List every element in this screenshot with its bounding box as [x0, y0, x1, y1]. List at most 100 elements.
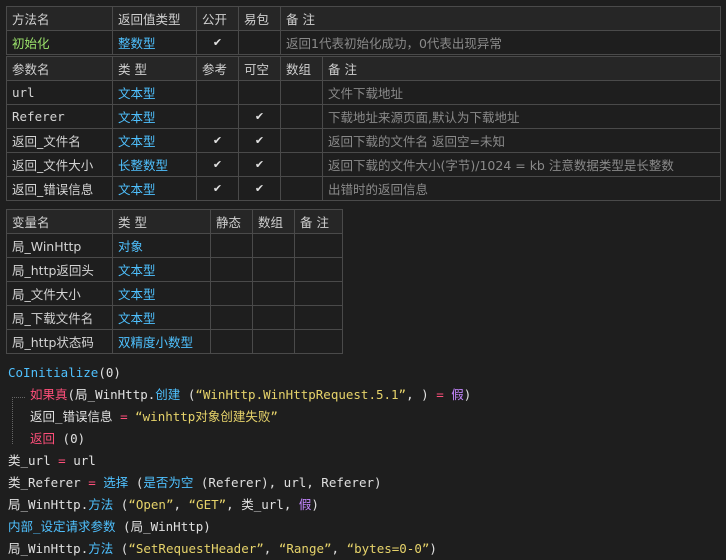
var-note[interactable]: [294, 329, 343, 354]
param-name[interactable]: 返回_文件大小: [6, 152, 113, 177]
code-line-2[interactable]: 如果真(局_WinHttp.创建 (“WinHttp.WinHttpReques…: [30, 384, 471, 406]
param-note[interactable]: 返回下载的文件名 返回空=未知: [322, 128, 721, 153]
code-text: url: [65, 453, 96, 468]
code-text: (: [180, 387, 196, 402]
param-note[interactable]: 文件下载地址: [322, 80, 721, 105]
code-string: “winhttp对象创建失败”: [135, 409, 278, 424]
code-text: (局_WinHttp.: [67, 387, 156, 402]
param-table: 参数名 类 型 参考 可空 数组 备 注 url 文本型 文件下载地址 Refe…: [6, 56, 721, 201]
table-row[interactable]: 局_文件大小 文本型: [6, 281, 343, 306]
table-row[interactable]: 局_下载文件名 文本型: [6, 305, 343, 330]
code-line-9[interactable]: 局_WinHttp.方法 (“SetRequestHeader”, “Range…: [8, 538, 437, 560]
code-line-7[interactable]: 局_WinHttp.方法 (“Open”, “GET”, 类_url, 假): [8, 494, 319, 516]
var-name[interactable]: 局_http状态码: [6, 329, 113, 354]
code-text: , 类_url,: [226, 497, 299, 512]
table-row[interactable]: 返回_文件大小 长整数型 ✔ ✔ 返回下载的文件大小(字节)/1024 = kb…: [6, 152, 721, 177]
code-text: ): [429, 541, 437, 556]
header-method-name: 方法名: [6, 6, 113, 31]
code-line-4[interactable]: 返回 (0): [30, 428, 85, 450]
param-type[interactable]: 文本型: [112, 128, 197, 153]
param-ref[interactable]: ✔: [196, 152, 239, 177]
param-note[interactable]: 下载地址来源页面,默认为下载地址: [322, 104, 721, 129]
var-name[interactable]: 局_WinHttp: [6, 233, 113, 258]
code-fn-create: 创建: [155, 387, 181, 402]
table-row[interactable]: 局_WinHttp 对象: [6, 233, 343, 258]
var-static[interactable]: [210, 329, 253, 354]
var-note[interactable]: [294, 257, 343, 282]
var-type[interactable]: 对象: [112, 233, 211, 258]
code-text: ,: [263, 541, 279, 556]
code-line-8[interactable]: 内部_设定请求参数 (局_WinHttp): [8, 516, 211, 538]
var-note[interactable]: [294, 233, 343, 258]
var-note[interactable]: [294, 281, 343, 306]
method-easy-check[interactable]: [238, 30, 281, 55]
code-line-5[interactable]: 类_url = url: [8, 450, 96, 472]
var-static[interactable]: [210, 305, 253, 330]
param-note[interactable]: 返回下载的文件大小(字节)/1024 = kb 注意数据类型是长整数: [322, 152, 721, 177]
header-param-note: 备 注: [322, 56, 721, 81]
code-text: (: [113, 497, 129, 512]
var-name[interactable]: 局_http返回头: [6, 257, 113, 282]
param-nullable[interactable]: [238, 80, 281, 105]
var-array[interactable]: [252, 281, 295, 306]
table-row[interactable]: 局_http状态码 双精度小数型: [6, 329, 343, 354]
code-line-6[interactable]: 类_Referer = 选择 (是否为空 (Referer), url, Ref…: [8, 472, 382, 494]
var-array[interactable]: [252, 257, 295, 282]
param-nullable[interactable]: ✔: [238, 176, 281, 201]
param-name[interactable]: url: [6, 80, 113, 105]
code-const-false: 假: [451, 387, 464, 402]
var-name[interactable]: 局_下载文件名: [6, 305, 113, 330]
var-array[interactable]: [252, 305, 295, 330]
method-return-type[interactable]: 整数型: [112, 30, 197, 55]
table-row[interactable]: Referer 文本型 ✔ 下载地址来源页面,默认为下载地址: [6, 104, 721, 129]
var-static[interactable]: [210, 257, 253, 282]
param-array[interactable]: [280, 176, 323, 201]
param-name[interactable]: 返回_文件名: [6, 128, 113, 153]
param-nullable[interactable]: ✔: [238, 152, 281, 177]
method-row[interactable]: 初始化 整数型 ✔ 返回1代表初始化成功，0代表出现异常: [6, 30, 721, 55]
block-guide-line: [12, 397, 25, 444]
param-note[interactable]: 出错时的返回信息: [322, 176, 721, 201]
var-array[interactable]: [252, 233, 295, 258]
param-array[interactable]: [280, 80, 323, 105]
param-nullable[interactable]: ✔: [238, 104, 281, 129]
code-fn-select: 选择: [95, 475, 129, 490]
var-array[interactable]: [252, 329, 295, 354]
method-note[interactable]: 返回1代表初始化成功，0代表出现异常: [280, 30, 721, 55]
param-type[interactable]: 文本型: [112, 176, 197, 201]
method-name[interactable]: 初始化: [6, 30, 113, 55]
table-row[interactable]: url 文本型 文件下载地址: [6, 80, 721, 105]
param-type[interactable]: 文本型: [112, 80, 197, 105]
param-type[interactable]: 文本型: [112, 104, 197, 129]
code-const-false: 假: [298, 497, 312, 512]
var-table: 变量名 类 型 静态 数组 备 注 局_WinHttp 对象 局_http返回头…: [6, 209, 343, 354]
table-row[interactable]: 返回_错误信息 文本型 ✔ ✔ 出错时的返回信息: [6, 176, 721, 201]
table-row[interactable]: 返回_文件名 文本型 ✔ ✔ 返回下载的文件名 返回空=未知: [6, 128, 721, 153]
var-type[interactable]: 文本型: [112, 305, 211, 330]
method-table: 方法名 返回值类型 公开 易包 备 注 初始化 整数型 ✔ 返回1代表初始化成功…: [6, 6, 721, 55]
table-row[interactable]: 局_http返回头 文本型: [6, 257, 343, 282]
param-array[interactable]: [280, 128, 323, 153]
param-ref[interactable]: ✔: [196, 176, 239, 201]
param-ref[interactable]: ✔: [196, 128, 239, 153]
var-type[interactable]: 文本型: [112, 281, 211, 306]
var-note[interactable]: [294, 305, 343, 330]
code-line-1[interactable]: CoInitialize(0): [8, 362, 121, 384]
code-string: “SetRequestHeader”: [128, 541, 264, 556]
param-nullable[interactable]: ✔: [238, 128, 281, 153]
var-type[interactable]: 文本型: [112, 257, 211, 282]
code-text: (: [128, 475, 144, 490]
code-line-3[interactable]: 返回_错误信息 = “winhttp对象创建失败”: [30, 406, 278, 428]
param-ref[interactable]: [196, 80, 239, 105]
param-array[interactable]: [280, 104, 323, 129]
method-public-check[interactable]: ✔: [196, 30, 239, 55]
param-ref[interactable]: [196, 104, 239, 129]
param-array[interactable]: [280, 152, 323, 177]
var-static[interactable]: [210, 281, 253, 306]
var-static[interactable]: [210, 233, 253, 258]
var-type[interactable]: 双精度小数型: [112, 329, 211, 354]
param-type[interactable]: 长整数型: [112, 152, 197, 177]
param-name[interactable]: 返回_错误信息: [6, 176, 113, 201]
param-name[interactable]: Referer: [6, 104, 113, 129]
var-name[interactable]: 局_文件大小: [6, 281, 113, 306]
